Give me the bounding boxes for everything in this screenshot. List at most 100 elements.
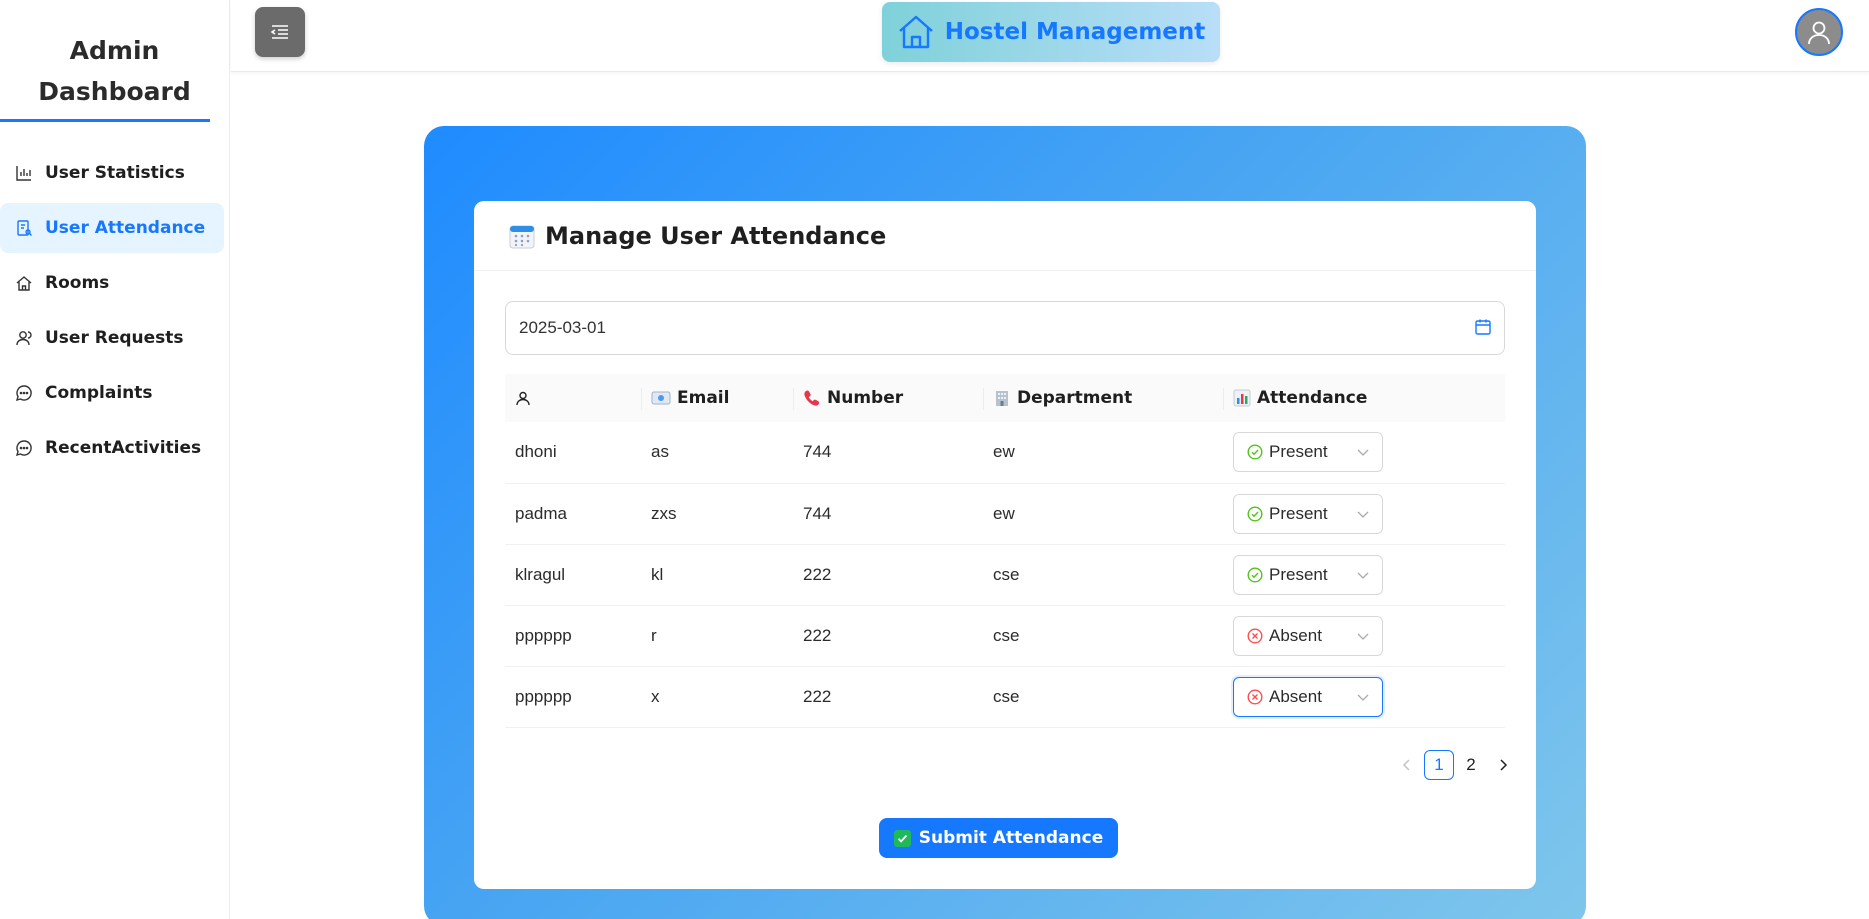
- cell-attendance: Present: [1223, 544, 1505, 605]
- close-circle-icon: [1247, 688, 1263, 705]
- attendance-select[interactable]: Absent: [1233, 615, 1383, 656]
- id-card-icon: [651, 391, 671, 405]
- column-header-label: Number: [827, 388, 904, 408]
- attendance-select[interactable]: Absent: [1233, 676, 1383, 717]
- user-icon: [1808, 21, 1830, 45]
- attendance-table: Email Number Department Attendance dhoni…: [505, 374, 1505, 728]
- chevron-down-icon: [1357, 633, 1369, 640]
- brand-line-1: Admin: [69, 36, 160, 65]
- table-header-row: Email Number Department Attendance: [505, 374, 1505, 422]
- pagination-prev-button[interactable]: [1392, 750, 1422, 780]
- sidebar-item-label: Complaints: [45, 383, 153, 403]
- attendance-select[interactable]: Present: [1233, 493, 1383, 534]
- cell-name: pppppp: [515, 625, 572, 645]
- cell-name: klragul: [515, 564, 566, 584]
- table-row: dhoni as 744 ew Present: [505, 422, 1505, 483]
- sidebar-item-user-attendance[interactable]: User Attendance: [0, 203, 224, 253]
- sidebar-item-user-requests[interactable]: User Requests: [0, 313, 224, 363]
- cell-name: pppppp: [515, 686, 572, 706]
- cell-department: cse: [993, 625, 1020, 645]
- attendance-icon: [17, 220, 32, 236]
- cell-name: padma: [515, 503, 567, 523]
- table-row: klragul kl 222 cse Present: [505, 544, 1505, 605]
- column-header-name: [505, 374, 641, 422]
- cell-name: dhoni: [515, 442, 557, 462]
- sidebar-item-label: User Attendance: [45, 218, 206, 238]
- chart-icon: [1233, 389, 1251, 407]
- attendance-select-value: Present: [1269, 503, 1328, 523]
- bar-chart-icon: [16, 166, 31, 181]
- check-circle-icon: [1247, 444, 1263, 460]
- home-icon: [898, 15, 933, 49]
- attendance-card: Manage User Attendance 2025-03-01 Email …: [474, 201, 1536, 889]
- chevron-right-icon: [1500, 759, 1508, 771]
- avatar[interactable]: [1795, 8, 1843, 56]
- calendar-icon[interactable]: [1474, 318, 1492, 336]
- cell-department: cse: [993, 686, 1020, 706]
- cell-email: r: [651, 625, 657, 645]
- submit-attendance-button[interactable]: Submit Attendance: [879, 818, 1118, 858]
- brand-underline: [0, 119, 210, 122]
- close-circle-icon: [1247, 627, 1263, 644]
- check-box-icon: [893, 829, 911, 847]
- user-icon: [516, 391, 530, 406]
- cell-attendance: Absent: [1223, 605, 1505, 666]
- column-header-label: Email: [677, 388, 730, 408]
- message-icon: [15, 440, 32, 457]
- phone-icon: [804, 390, 820, 406]
- attendance-select-value: Present: [1269, 564, 1328, 584]
- cell-number: 744: [803, 442, 832, 462]
- cell-number: 222: [803, 625, 832, 645]
- submit-attendance-label: Submit Attendance: [918, 828, 1104, 848]
- table-row: padma zxs 744 ew Present: [505, 483, 1505, 544]
- sidebar-item-label: RecentActivities: [45, 438, 202, 458]
- app-title-banner: Hostel Management: [882, 2, 1220, 62]
- cell-number: 222: [803, 686, 832, 706]
- pagination-page-1[interactable]: 1: [1424, 750, 1454, 780]
- pagination-page-2[interactable]: 2: [1456, 750, 1486, 780]
- attendance-select[interactable]: Present: [1233, 432, 1383, 473]
- sidebar-item-complaints[interactable]: Complaints: [0, 368, 224, 418]
- sidebar-item-recent-activities[interactable]: RecentActivities: [0, 423, 224, 473]
- sidebar-brand: Admin Dashboard: [0, 0, 229, 112]
- sidebar: Admin Dashboard User Statistics User Att…: [0, 0, 230, 919]
- column-header-email: Email: [641, 374, 793, 422]
- top-header: Hostel Management: [231, 0, 1869, 72]
- column-header-label: Attendance: [1257, 388, 1368, 408]
- cell-department: ew: [993, 442, 1015, 462]
- chevron-down-icon: [1357, 694, 1369, 701]
- cell-email: x: [651, 686, 660, 706]
- users-icon: [16, 331, 32, 346]
- card-header: Manage User Attendance: [474, 201, 1536, 271]
- cell-attendance: Absent: [1223, 666, 1505, 727]
- pagination-next-button[interactable]: [1488, 750, 1518, 780]
- sidebar-nav: User Statistics User Attendance Rooms Us…: [0, 148, 230, 478]
- card-title: Manage User Attendance: [545, 221, 887, 250]
- chevron-down-icon: [1357, 511, 1369, 518]
- cell-department: cse: [993, 564, 1020, 584]
- column-header-attendance: Attendance: [1223, 374, 1505, 422]
- check-circle-icon: [1247, 505, 1263, 522]
- sidebar-item-user-statistics[interactable]: User Statistics: [0, 148, 224, 198]
- check-circle-icon: [1247, 566, 1263, 583]
- date-picker[interactable]: 2025-03-01: [505, 301, 1505, 355]
- column-header-label: Department: [1017, 388, 1133, 408]
- attendance-select[interactable]: Present: [1233, 554, 1383, 595]
- date-picker-value: 2025-03-01: [519, 318, 606, 337]
- sidebar-item-rooms[interactable]: Rooms: [0, 258, 224, 308]
- menu-toggle-button[interactable]: [255, 7, 305, 57]
- chevron-left-icon: [1402, 759, 1410, 771]
- cell-attendance: Present: [1223, 422, 1505, 483]
- home-icon: [16, 276, 32, 291]
- cell-department: ew: [993, 503, 1015, 523]
- column-header-department: Department: [983, 374, 1223, 422]
- menu-fold-icon: [270, 25, 288, 39]
- attendance-select-value: Absent: [1269, 686, 1322, 706]
- calendar-emoji-icon: [509, 225, 535, 248]
- building-icon: [996, 391, 1008, 406]
- column-header-number: Number: [793, 374, 983, 422]
- attendance-select-value: Absent: [1269, 625, 1322, 645]
- sidebar-item-label: User Statistics: [45, 163, 185, 183]
- chevron-down-icon: [1357, 449, 1369, 457]
- app-root: Admin Dashboard User Statistics User Att…: [0, 0, 1869, 919]
